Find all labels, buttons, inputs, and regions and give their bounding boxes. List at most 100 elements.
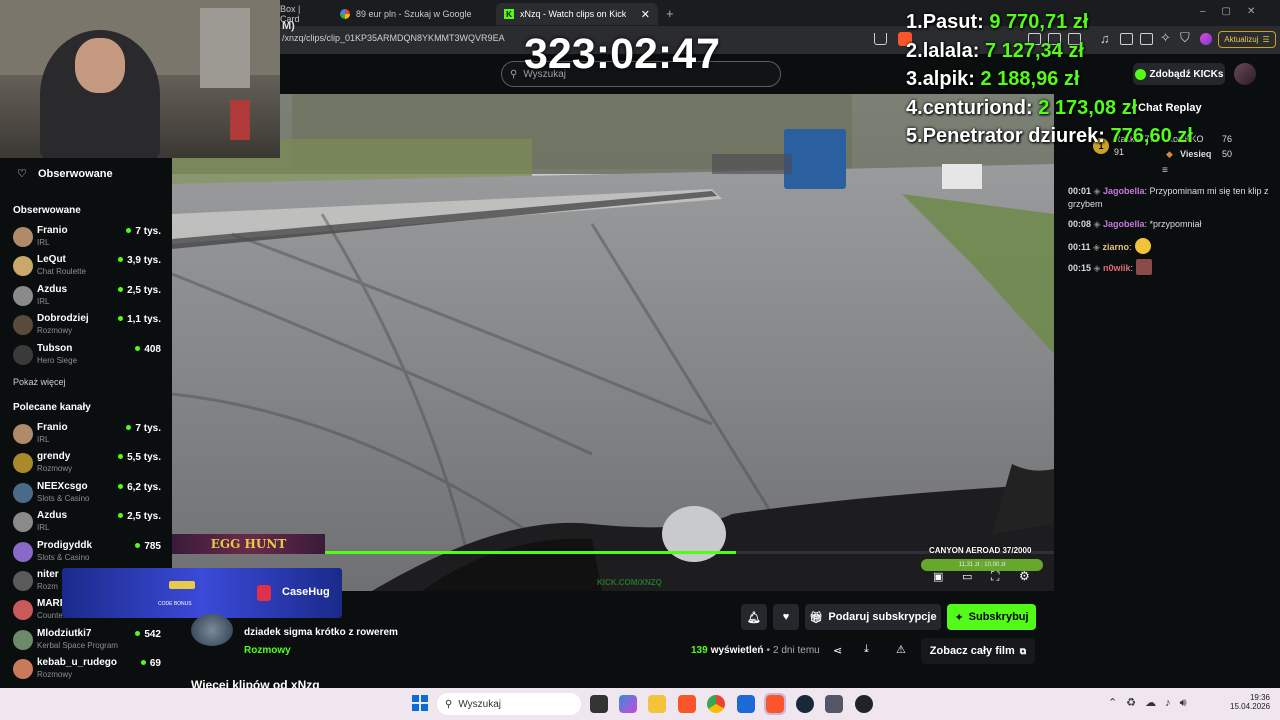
streamer-face <box>75 38 125 93</box>
window-controls[interactable]: –▢✕ <box>1200 6 1271 17</box>
steam-icon[interactable] <box>796 695 814 713</box>
donation-leaderboard: 1.Pasut: 9 770,71 zł 2.lalala: 7 127,34 z… <box>906 8 1193 151</box>
channel-avatar[interactable] <box>191 614 233 646</box>
channel-avatar <box>13 344 33 365</box>
calculator-icon[interactable] <box>825 695 843 713</box>
chat-message: 00:01 ◈ Jagobella: Przypominam mi się te… <box>1068 185 1273 211</box>
channel-item[interactable]: Franio IRL 7 tys. <box>13 225 163 253</box>
watch-full-video-button[interactable]: Zobacz cały film ⧉ <box>921 638 1035 664</box>
leaderboard-rank: 4. <box>906 96 923 119</box>
clock[interactable]: 19:36 15.04.2026 <box>1230 693 1270 711</box>
gifter-name[interactable]: Viesieq <box>1180 149 1211 159</box>
settings-gear-icon[interactable]: ⚙ <box>1019 569 1030 583</box>
channel-category: Counte <box>37 611 63 621</box>
heart-icon: ♥ <box>782 611 790 623</box>
tab-label: xNzq - Watch clips on Kick <box>520 9 627 19</box>
taskbar-search-label: Wyszukaj <box>458 698 502 710</box>
chat-username[interactable]: ziarno <box>1102 242 1129 252</box>
chat-timestamp: 00:11 <box>1068 242 1091 252</box>
fullscreen-icon[interactable]: ⛶ <box>991 569 999 584</box>
windows-start-icon[interactable] <box>412 695 428 711</box>
channel-item[interactable]: grendy Rozmowy 5,5 tys. <box>13 451 163 479</box>
gifter-badge: ◆ <box>1166 149 1173 159</box>
channel-item[interactable]: Tubson Hero Siege 408 <box>13 343 163 371</box>
channel-avatar <box>13 512 33 533</box>
casehug-ad[interactable]: CODE BONUS CaseHug <box>62 568 342 618</box>
chat-text: : <box>1130 263 1133 273</box>
chat-badge-icon: ◈ <box>1093 263 1103 273</box>
channel-avatar <box>13 629 33 650</box>
follow-button[interactable]: ♥ <box>773 604 799 630</box>
clip-age: 2 dni temu <box>773 645 820 656</box>
clip-category[interactable]: Rozmowy <box>244 645 291 656</box>
collapse-icon[interactable]: ≡ <box>1162 165 1168 176</box>
channel-item[interactable]: Dobrodziej Rozmowy 1,1 tys. <box>13 313 163 341</box>
notification-bell-button[interactable]: 🔔︎ <box>741 604 767 630</box>
theater-icon[interactable]: ▭ <box>962 570 972 583</box>
channel-category: IRL <box>37 238 50 247</box>
close-tab-icon[interactable]: ✕ <box>641 8 650 21</box>
leaderboard-row: 2.lalala: 7 127,34 zł <box>906 37 1193 66</box>
show-more-link[interactable]: Pokaż więcej <box>13 377 66 387</box>
new-tab-button[interactable]: + <box>666 6 674 21</box>
leaderboard-rank: 5. <box>906 125 923 147</box>
pip-icon[interactable]: ▣ <box>933 570 943 583</box>
channel-item[interactable]: LeQut Chat Roulette 3,9 tys. <box>13 254 163 282</box>
bike-overlay-label: CANYON AEROAD 37/2000 <box>929 546 1032 555</box>
sidebar-following-header[interactable]: Obserwowane <box>38 168 113 180</box>
obs-icon[interactable] <box>855 695 873 713</box>
room-window <box>200 8 250 88</box>
store-icon[interactable] <box>737 695 755 713</box>
leo-ai-icon[interactable] <box>1200 33 1212 45</box>
brave-icon[interactable] <box>678 695 696 713</box>
report-icon[interactable]: ⚠ <box>896 643 906 656</box>
chat-message: 00:11 ◈ ziarno: <box>1068 238 1273 254</box>
share-icon[interactable]: ⋖ <box>833 644 842 657</box>
chat-message: 00:15 ◈ n0wiik: <box>1068 259 1273 275</box>
user-avatar[interactable] <box>1234 63 1256 85</box>
gift-sub-button[interactable]: 🎁︎ Podaruj subskrypcje <box>805 604 941 630</box>
emote-icon <box>1134 238 1151 254</box>
viewer-count: 408 <box>135 344 161 355</box>
channel-category: Rozmowy <box>37 326 73 336</box>
chrome-icon[interactable] <box>707 695 725 713</box>
stream-timer: 323:02:47 <box>524 30 721 78</box>
tab-kick-clip[interactable]: KxNzq - Watch clips on Kick ✕ <box>496 3 658 25</box>
subscribe-button[interactable]: ✦ Subskrybuj <box>947 604 1036 630</box>
task-view-icon[interactable] <box>590 695 608 713</box>
channel-item[interactable]: Mlodziutki7 Kerbal Space Program 542 <box>13 628 163 656</box>
chat-username[interactable]: Jagobella <box>1103 186 1145 196</box>
taskbar-search-input[interactable]: ⚲ Wyszukaj <box>437 693 581 715</box>
channel-category: Kerbal Space Program <box>37 640 118 650</box>
tray-icons[interactable]: ⌃♻☁♪🔊︎ <box>1108 696 1196 710</box>
viewer-count: 2,5 tys. <box>118 511 161 522</box>
view-count: 139 <box>691 645 708 656</box>
bell-icon: 🔔︎ <box>747 611 761 624</box>
tab-box-card[interactable]: Box | Card <box>272 3 328 25</box>
channel-item[interactable]: Azdus IRL 2,5 tys. <box>13 284 163 312</box>
channel-item[interactable]: kebab_u_rudego Rozmowy 69 <box>13 657 163 685</box>
chat-badge-icon: ◈ <box>1093 186 1103 196</box>
share-icon[interactable] <box>874 33 887 45</box>
channel-item[interactable]: Prodigyddk Slots & Casino 785 <box>13 540 163 568</box>
channel-item[interactable]: Franio IRL 7 tys. <box>13 422 163 450</box>
url-text[interactable]: /xnzq/clips/clip_01KP35ARMDQN8YKMMT3WQVR… <box>282 33 505 43</box>
file-explorer-icon[interactable] <box>648 695 666 713</box>
channel-item[interactable]: NEEXcsgo Slots & Casino 6,2 tys. <box>13 481 163 509</box>
video-player[interactable] <box>172 94 1054 591</box>
download-icon[interactable]: ⤓ <box>864 643 869 656</box>
tab-google-search[interactable]: 89 eur pln - Szukaj w Google <box>332 3 492 25</box>
following-section-title: Obserwowane <box>13 205 81 216</box>
channel-item[interactable]: Azdus IRL 2,5 tys. <box>13 510 163 538</box>
update-button[interactable]: Aktualizuj ☰ <box>1218 31 1276 48</box>
kick-icon: K <box>504 9 514 19</box>
emote-icon <box>1136 259 1152 275</box>
channel-avatar <box>13 571 33 591</box>
copilot-icon[interactable] <box>619 695 637 713</box>
external-link-icon: ⧉ <box>1019 645 1027 656</box>
brave-active-icon[interactable] <box>764 693 786 715</box>
chat-username[interactable]: Jagobella <box>1103 219 1145 229</box>
chat-panel <box>1054 94 1280 688</box>
chat-username[interactable]: n0wiik <box>1103 263 1131 273</box>
clip-stats: 139 wyświetleń • 2 dni temu <box>691 645 820 656</box>
